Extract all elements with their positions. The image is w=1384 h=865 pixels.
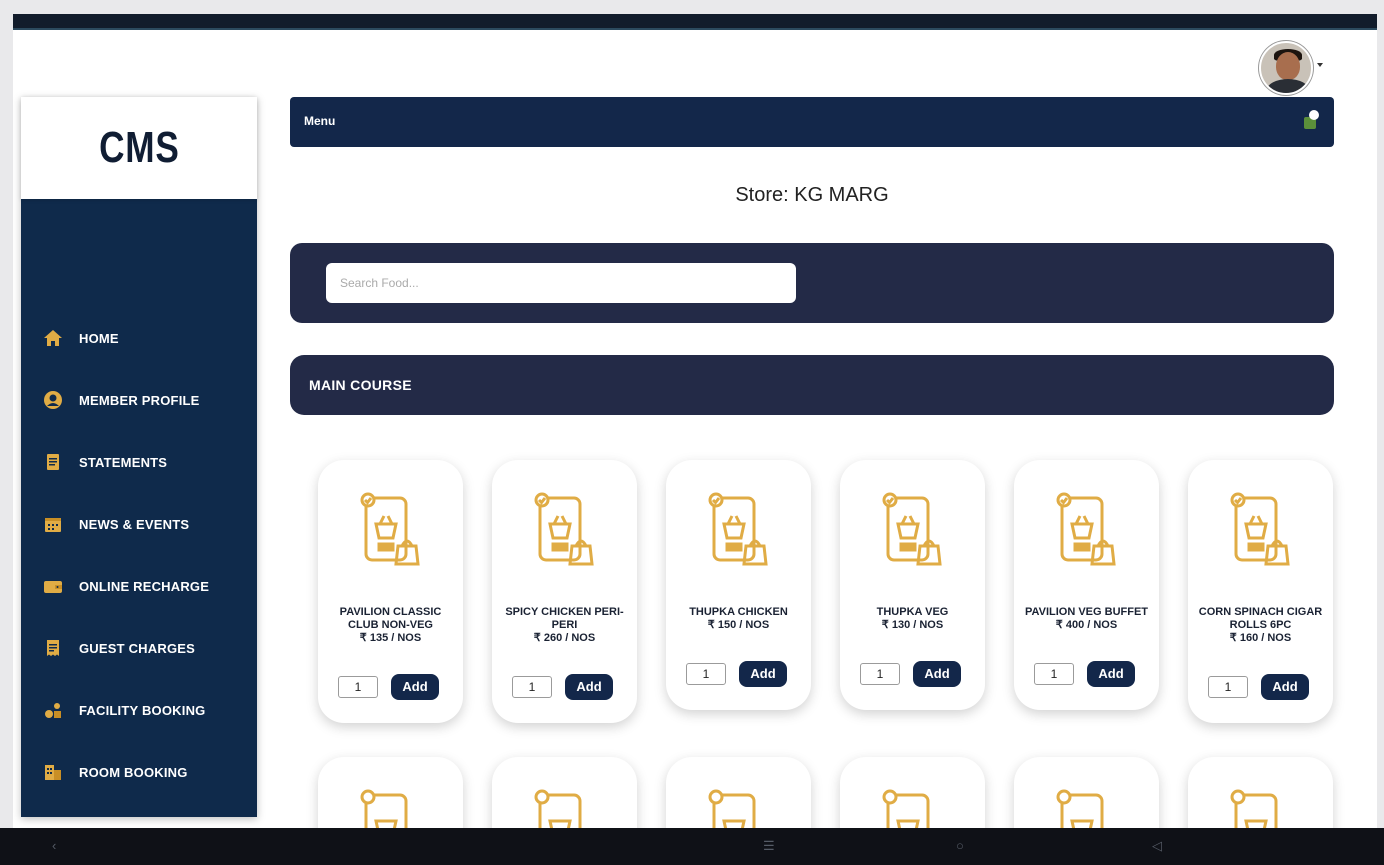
product-card: SPICY CHICKEN PERI- PERI ₹ 260 / NOS 1 A… <box>492 460 637 723</box>
quantity-input[interactable]: 1 <box>860 663 900 685</box>
search-bar <box>290 243 1334 323</box>
add-button[interactable]: Add <box>913 661 961 687</box>
quantity-input[interactable]: 1 <box>686 663 726 685</box>
product-price: ₹ 135 / NOS <box>359 632 422 644</box>
sidebar-nav: HOME MEMBER PROFILE STATEMENTS NEWS & EV… <box>21 307 257 803</box>
chevron-down-icon[interactable] <box>1317 63 1323 67</box>
sidebar-item-home[interactable]: HOME <box>21 307 257 369</box>
category-header: MAIN COURSE <box>290 355 1334 415</box>
quantity-input[interactable]: 1 <box>512 676 552 698</box>
calendar-icon <box>43 514 63 534</box>
product-card: THUPKA CHICKEN ₹ 150 / NOS 1 Add <box>666 460 811 710</box>
menu-bar: Menu <box>290 97 1334 147</box>
food-basket-icon <box>696 488 782 574</box>
add-button[interactable]: Add <box>739 661 787 687</box>
food-basket-icon <box>348 488 434 574</box>
product-card: CORN SPINACH CIGAR ROLLS 6PC ₹ 160 / NOS… <box>1188 460 1333 723</box>
product-price: ₹ 160 / NOS <box>1229 632 1292 644</box>
category-title: MAIN COURSE <box>309 377 412 393</box>
product-price: ₹ 260 / NOS <box>533 632 596 644</box>
menu-title: Menu <box>304 114 336 128</box>
app-logo: CMS <box>98 123 180 172</box>
product-card: PAVILION CLASSIC CLUB NON-VEG ₹ 135 / NO… <box>318 460 463 723</box>
product-name: THUPKA VEG ₹ 130 / NOS <box>848 606 977 632</box>
product-name: PAVILION CLASSIC CLUB NON-VEG ₹ 135 / NO… <box>326 606 455 645</box>
add-button[interactable]: Add <box>391 674 439 700</box>
room-icon <box>43 762 63 782</box>
sidebar-item-label: ONLINE RECHARGE <box>79 578 210 594</box>
sidebar-item-label: MEMBER PROFILE <box>79 392 200 408</box>
product-price: ₹ 130 / NOS <box>881 619 944 631</box>
sidebar-item-statements[interactable]: STATEMENTS <box>21 431 257 493</box>
product-price: ₹ 400 / NOS <box>1055 619 1118 631</box>
wallet-icon <box>43 576 63 596</box>
food-basket-icon <box>1218 488 1304 574</box>
product-name: PAVILION VEG BUFFET ₹ 400 / NOS <box>1022 606 1151 632</box>
product-name: THUPKA CHICKEN ₹ 150 / NOS <box>674 606 803 632</box>
product-card: PAVILION VEG BUFFET ₹ 400 / NOS 1 Add <box>1014 460 1159 710</box>
sidebar-item-room-booking[interactable]: ROOM BOOKING <box>21 741 257 803</box>
user-avatar[interactable] <box>1259 41 1313 95</box>
sidebar-item-label: NEWS & EVENTS <box>79 516 190 532</box>
quantity-input[interactable]: 1 <box>338 676 378 698</box>
food-basket-icon <box>1044 488 1130 574</box>
sidebar-item-news-events[interactable]: NEWS & EVENTS <box>21 493 257 555</box>
sidebar-item-label: GUEST CHARGES <box>79 640 196 656</box>
user-circle-icon <box>43 390 63 410</box>
food-basket-icon <box>522 488 608 574</box>
menu-icon[interactable]: ☰ <box>763 838 775 854</box>
facility-icon <box>43 700 63 720</box>
quantity-input[interactable]: 1 <box>1208 676 1248 698</box>
sidebar-item-member-profile[interactable]: MEMBER PROFILE <box>21 369 257 431</box>
sidebar-item-facility-booking[interactable]: FACILITY BOOKING <box>21 679 257 741</box>
system-nav-bar: ‹ ☰ ○ ◁ <box>0 828 1384 865</box>
product-price: ₹ 150 / NOS <box>707 619 770 631</box>
sidebar-item-guest-charges[interactable]: GUEST CHARGES <box>21 617 257 679</box>
home-icon <box>43 328 63 348</box>
top-status-bar <box>13 14 1377 30</box>
sidebar-item-label: ROOM BOOKING <box>79 764 188 780</box>
sidebar-item-label: STATEMENTS <box>79 454 168 470</box>
sidebar-item-label: FACILITY BOOKING <box>79 702 206 718</box>
sidebar: CMS HOME MEMBER PROFILE STATEMENTS NEWS … <box>21 97 257 817</box>
document-icon <box>43 452 63 472</box>
receipt-icon <box>43 638 63 658</box>
back-icon[interactable]: ◁ <box>1152 838 1162 854</box>
quantity-input[interactable]: 1 <box>1034 663 1074 685</box>
product-name: CORN SPINACH CIGAR ROLLS 6PC ₹ 160 / NOS <box>1196 606 1325 645</box>
product-name: SPICY CHICKEN PERI- PERI ₹ 260 / NOS <box>500 606 629 645</box>
add-button[interactable]: Add <box>1261 674 1309 700</box>
collapse-icon[interactable]: ‹ <box>52 838 56 853</box>
logo-box[interactable]: CMS <box>21 97 257 199</box>
add-button[interactable]: Add <box>565 674 613 700</box>
cart-icon[interactable] <box>1302 109 1320 131</box>
product-card: THUPKA VEG ₹ 130 / NOS 1 Add <box>840 460 985 710</box>
food-basket-icon <box>870 488 956 574</box>
store-label: Store: KG MARG <box>735 184 889 206</box>
sidebar-item-online-recharge[interactable]: ONLINE RECHARGE <box>21 555 257 617</box>
sidebar-item-label: HOME <box>79 330 119 346</box>
home-button-icon[interactable]: ○ <box>956 838 964 853</box>
add-button[interactable]: Add <box>1087 661 1135 687</box>
search-input[interactable] <box>326 263 796 303</box>
